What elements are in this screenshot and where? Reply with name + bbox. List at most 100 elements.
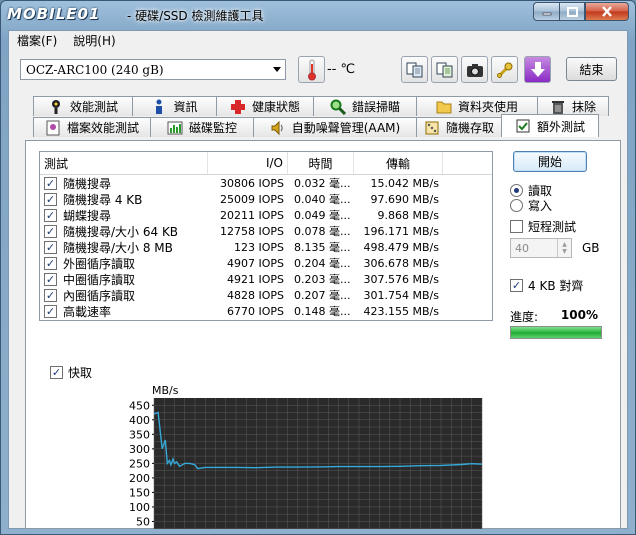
menu-help[interactable]: 說明(H) (73, 32, 115, 49)
disk-monitor-icon (167, 120, 183, 136)
checkbox-checked-icon[interactable]: ✓ (44, 288, 57, 302)
checkbox-checked-icon: ✓ (50, 366, 63, 379)
temperature-button[interactable] (298, 56, 325, 83)
tab-benchmark[interactable]: 效能測試 (33, 96, 133, 116)
tab-disk-monitor[interactable]: 磁碟監控 (150, 117, 254, 137)
short-test-size-spinner[interactable]: 40 ▲ ▼ (510, 238, 572, 258)
row-test-name: 隨機搜尋 4 KB (63, 192, 143, 207)
table-row[interactable]: ✓ 高載速率 6770 IOPS 0.148 毫... 423.155 MB/s (40, 303, 492, 319)
row-test-name: 外圈循序讀取 (63, 256, 136, 271)
column-header-transfer[interactable]: 傳輸 (354, 152, 443, 174)
app-window: MOBILE01 - 硬碟/SSD 檢測維護工具 檔案(F) 說明(H) OCZ… (0, 0, 636, 535)
table-header: 測試 I/O 時間 傳輸 (40, 152, 492, 175)
tab-label: 效能測試 (69, 100, 118, 114)
table-row[interactable]: ✓ 隨機搜尋/大小 8 MB 123 IOPS 8.135 毫... 498.479 M… (40, 239, 492, 255)
align-4kb-checkbox[interactable]: ✓ 4 KB 對齊 (510, 277, 583, 294)
copy-all-button[interactable] (431, 56, 458, 83)
row-time: 8.135 毫... (294, 241, 351, 254)
table-row[interactable]: ✓ 隨機搜尋 4 KB 25009 IOPS 0.040 毫... 97.690 MB/… (40, 191, 492, 207)
tab-erase[interactable]: 抹除 (537, 96, 609, 116)
tab-aam[interactable]: 自動噪聲管理(AAM) (253, 117, 417, 137)
table-row[interactable]: ✓ 中圈循序讀取 4921 IOPS 0.203 毫... 307.576 MB/s (40, 271, 492, 287)
magnifier-icon (330, 99, 346, 115)
options-button[interactable] (491, 56, 518, 83)
tab-random-access[interactable]: 隨機存取 (416, 117, 502, 137)
exit-button[interactable]: 結束 (566, 57, 617, 81)
column-header-test[interactable]: 測試 (40, 152, 208, 174)
download-button[interactable] (524, 56, 551, 83)
cache-label: 快取 (68, 366, 93, 380)
tab-folder-usage[interactable]: 資料夾使用 (416, 96, 538, 116)
table-row[interactable]: ✓ 外圈循序讀取 4907 IOPS 0.204 毫... 306.678 MB/s (40, 255, 492, 271)
row-io: 4828 IOPS (226, 288, 284, 302)
tab-file-benchmark[interactable]: 檔案效能測試 (33, 117, 151, 137)
row-io: 4921 IOPS (226, 272, 284, 286)
tab-label: 資料夾使用 (457, 100, 518, 114)
temperature-readout: -- ℃ (327, 62, 356, 77)
checkbox-checked-icon[interactable]: ✓ (44, 256, 57, 270)
tab-extra-tests[interactable]: 額外測試 (501, 114, 599, 137)
row-transfer: 15.042 MB/s (370, 176, 439, 190)
copy-button[interactable] (401, 56, 428, 83)
row-time: 0.207 毫... (294, 289, 351, 302)
write-label: 寫入 (528, 199, 553, 213)
row-transfer: 97.690 MB/s (370, 192, 439, 206)
tab-label: 檔案效能測試 (66, 121, 139, 135)
close-button[interactable] (585, 2, 629, 21)
chart-y-tick-label: 450 (129, 399, 150, 412)
cache-checkbox[interactable]: ✓ 快取 (50, 364, 92, 381)
checkbox-checked-icon[interactable]: ✓ (44, 272, 57, 286)
checkbox-checked-icon[interactable]: ✓ (44, 240, 57, 254)
short-test-checkbox[interactable]: 短程測試 (510, 218, 576, 235)
chart-y-tick-label: 100 (129, 501, 150, 514)
checkbox-checked-icon[interactable]: ✓ (44, 176, 57, 190)
row-transfer: 301.754 MB/s (363, 288, 439, 302)
write-radio[interactable]: 寫入 (510, 197, 552, 214)
row-transfer: 498.479 MB/s (363, 240, 439, 254)
file-benchmark-icon (45, 120, 61, 136)
tab-info[interactable]: 資訊 (132, 96, 217, 116)
chart-y-tick-label: 150 (129, 486, 150, 499)
start-button[interactable]: 開始 (513, 151, 587, 172)
minimize-button[interactable] (533, 2, 559, 21)
row-time: 0.148 毫... (294, 305, 351, 318)
row-test-cell: ✓ 中圈循序讀取 (40, 271, 208, 288)
table-row[interactable]: ✓ 內圈循序讀取 4828 IOPS 0.207 毫... 301.754 MB/s (40, 287, 492, 303)
camera-icon (466, 63, 483, 77)
row-test-name: 內圈循序讀取 (63, 288, 136, 303)
row-test-cell: ✓ 高載速率 (40, 303, 208, 320)
chart-y-tick-label: 400 (129, 414, 150, 427)
checkbox-checked-icon[interactable]: ✓ (44, 304, 57, 318)
table-row[interactable]: ✓ 隨機搜尋 30806 IOPS 0.032 毫... 15.042 MB/s (40, 175, 492, 191)
table-row[interactable]: ✓ 隨機搜尋/大小 64 KB 12758 IOPS 0.078 毫... 196.17… (40, 223, 492, 239)
row-test-name: 高載速率 (63, 304, 112, 319)
tab-error-scan[interactable]: 錯誤掃瞄 (313, 96, 417, 116)
table-row[interactable]: ✓ 蝴蝶搜尋 20211 IOPS 0.049 毫... 9.868 MB/s (40, 207, 492, 223)
maximize-button[interactable] (559, 2, 585, 21)
checkbox-checked-icon[interactable]: ✓ (44, 192, 57, 206)
tab-label: 磁碟監控 (188, 121, 237, 135)
tab-label: 健康狀態 (251, 100, 300, 114)
row-test-cell: ✓ 內圈循序讀取 (40, 287, 208, 304)
chart-y-axis-label: MB/s (152, 384, 179, 397)
tab-label: 額外測試 (536, 119, 585, 134)
down-arrow-icon (530, 61, 545, 77)
drive-select[interactable]: OCZ-ARC100 (240 gB) (20, 59, 286, 80)
checkbox-checked-icon[interactable]: ✓ (44, 208, 57, 222)
row-time: 0.032 毫... (294, 177, 351, 190)
column-header-time[interactable]: 時間 (288, 152, 354, 174)
progress-bar-fill (511, 327, 601, 338)
column-header-io[interactable]: I/O (208, 152, 288, 174)
checkbox-checked-icon[interactable]: ✓ (44, 224, 57, 238)
title-bar: MOBILE01 - 硬碟/SSD 檢測維護工具 (1, 1, 635, 29)
align-label: 4 KB 對齊 (528, 279, 584, 293)
row-io: 30806 IOPS (219, 176, 284, 190)
menu-file[interactable]: 檔案(F) (17, 32, 57, 49)
chart-y-tick-label: 50 (136, 515, 150, 528)
speaker-icon (270, 120, 286, 136)
row-transfer: 9.868 MB/s (377, 208, 439, 222)
screenshot-button[interactable] (461, 56, 488, 83)
spinner-arrows-icon[interactable]: ▲ ▼ (557, 239, 571, 257)
wrench-icon (496, 62, 512, 78)
tab-health[interactable]: 健康狀態 (216, 96, 314, 116)
